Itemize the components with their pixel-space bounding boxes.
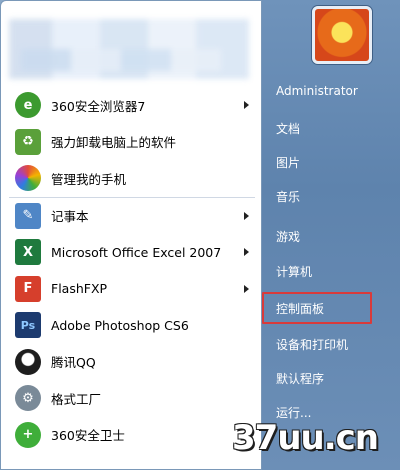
menu-item-excel[interactable]: X Microsoft Office Excel 2007 xyxy=(1,234,263,271)
notepad-icon: ✎ xyxy=(15,202,41,229)
browser-360-icon: e xyxy=(15,92,41,119)
blurred-pinned-area-2 xyxy=(21,49,221,71)
submenu-arrow-icon xyxy=(244,248,249,257)
menu-item-label: 腾讯QQ xyxy=(51,355,96,371)
menu-item-label: 360安全浏览器7 xyxy=(51,98,146,114)
menu-item-label: 360安全卫士 xyxy=(51,428,125,444)
right-item-computer[interactable]: 计算机 xyxy=(276,263,312,280)
user-avatar[interactable] xyxy=(312,6,372,64)
right-item-devices-printers[interactable]: 设备和打印机 xyxy=(276,336,348,353)
menu-item-label: 格式工厂 xyxy=(51,391,102,407)
submenu-arrow-icon xyxy=(244,211,249,220)
menu-item-label: 强力卸载电脑上的软件 xyxy=(51,135,177,151)
menu-item-format-factory[interactable]: ⚙ 格式工厂 xyxy=(1,380,263,417)
menu-item-phone-manager[interactable]: 管理我的手机 xyxy=(1,160,263,197)
right-item-music[interactable]: 音乐 xyxy=(276,188,300,205)
security-360-icon: + xyxy=(15,421,41,448)
menu-item-photoshop[interactable]: Ps Adobe Photoshop CS6 xyxy=(1,307,263,344)
menu-item-notepad[interactable]: ✎ 记事本 xyxy=(1,198,263,235)
submenu-arrow-icon xyxy=(244,284,249,293)
menu-item-label: 管理我的手机 xyxy=(51,171,127,187)
format-factory-icon: ⚙ xyxy=(15,385,41,412)
right-item-pictures[interactable]: 图片 xyxy=(276,154,300,171)
uninstall-icon: ♻ xyxy=(15,128,41,155)
right-item-games[interactable]: 游戏 xyxy=(276,228,300,245)
menu-item-label: 记事本 xyxy=(51,209,89,225)
submenu-arrow-icon xyxy=(244,101,249,110)
phone-manager-icon xyxy=(15,165,41,192)
qq-icon xyxy=(15,348,41,375)
menu-item-360-browser[interactable]: e 360安全浏览器7 xyxy=(1,87,263,124)
right-item-documents[interactable]: 文档 xyxy=(276,120,300,137)
menu-item-label: Microsoft Office Excel 2007 xyxy=(51,244,222,260)
right-item-administrator[interactable]: Administrator xyxy=(276,84,358,98)
watermark: 37uu.cn xyxy=(232,418,379,458)
menu-item-qq[interactable]: 腾讯QQ xyxy=(1,344,263,381)
menu-item-uninstall[interactable]: ♻ 强力卸载电脑上的软件 xyxy=(1,124,263,161)
highlight-box xyxy=(262,292,372,324)
menu-item-label: Adobe Photoshop CS6 xyxy=(51,317,189,333)
start-menu-places-panel: Administrator 文档 图片 音乐 游戏 计算机 控制面板 设备和打印… xyxy=(262,0,400,470)
start-menu-programs-panel: e 360安全浏览器7 ♻ 强力卸载电脑上的软件 管理我的手机 ✎ 记事本 X … xyxy=(0,0,262,470)
program-list: e 360安全浏览器7 ♻ 强力卸载电脑上的软件 管理我的手机 ✎ 记事本 X … xyxy=(1,87,263,453)
menu-item-label: FlashFXP xyxy=(51,281,108,297)
menu-item-flashfxp[interactable]: F FlashFXP xyxy=(1,271,263,308)
right-item-default-programs[interactable]: 默认程序 xyxy=(276,370,324,387)
menu-item-360-security[interactable]: + 360安全卫士 xyxy=(1,417,263,454)
photoshop-icon: Ps xyxy=(15,312,41,339)
excel-icon: X xyxy=(15,239,41,266)
flashfxp-icon: F xyxy=(15,275,41,302)
